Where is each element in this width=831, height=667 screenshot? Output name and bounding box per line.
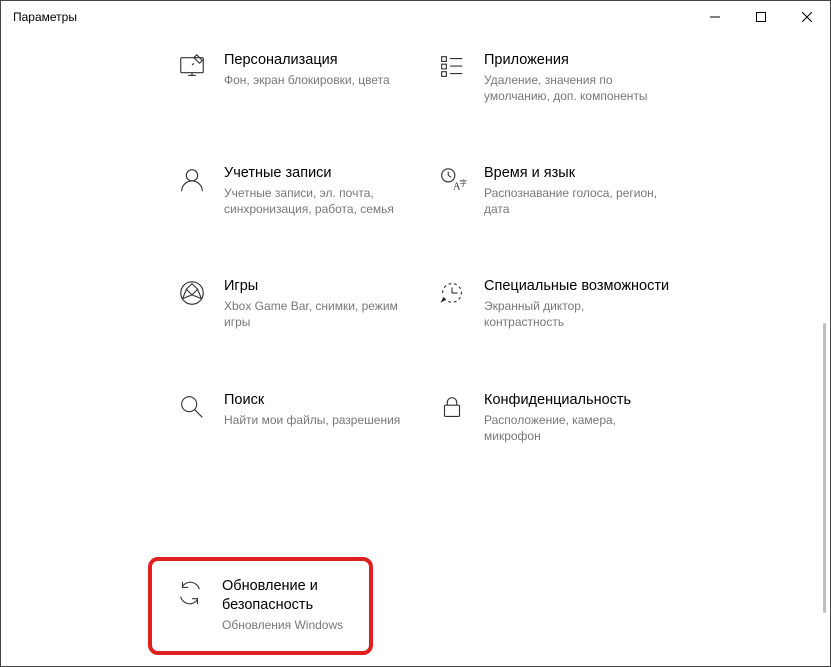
close-button[interactable] [784,1,830,33]
tile-subtitle: Расположение, камера, микрофон [484,412,664,444]
settings-grid: Персонализация Фон, экран блокировки, цв… [176,51,716,444]
tile-title: Приложения [484,51,664,70]
tile-accounts[interactable]: Учетные записи Учетные записи, эл. почта… [176,164,416,217]
time-language-icon: A字 [436,164,468,196]
accessibility-icon [436,277,468,309]
tile-title: Время и язык [484,164,664,183]
tile-subtitle: Фон, экран блокировки, цвета [224,72,390,88]
settings-window: Параметры Персонализация Фон, экран [0,0,831,667]
content-area: Персонализация Фон, экран блокировки, цв… [1,33,830,666]
tile-search[interactable]: Поиск Найти мои файлы, разрешения [176,391,416,444]
title-bar: Параметры [1,1,830,33]
apps-icon [436,51,468,83]
window-controls [692,1,830,33]
update-security-icon [174,577,206,609]
tile-gaming[interactable]: Игры Xbox Game Bar, снимки, режим игры [176,277,416,330]
scroll-thumb[interactable] [823,323,826,613]
window-title: Параметры [13,10,77,24]
personalization-icon [176,51,208,83]
tile-subtitle: Найти мои файлы, разрешения [224,412,400,428]
tile-title: Учетные записи [224,164,404,183]
tile-subtitle: Учетные записи, эл. почта, синхронизация… [224,185,404,217]
tile-subtitle: Экранный диктор, контрастность [484,298,664,330]
tile-accessibility[interactable]: Специальные возможности Экранный диктор,… [436,277,676,330]
tile-time-language[interactable]: A字 Время и язык Распознавание голоса, ре… [436,164,676,217]
tile-personalization[interactable]: Персонализация Фон, экран блокировки, цв… [176,51,416,104]
search-icon [176,391,208,423]
highlight-box: Обновление и безопасность Обновления Win… [148,557,373,655]
tile-title: Поиск [224,391,400,410]
tile-title: Персонализация [224,51,390,70]
tile-title: Обновление и безопасность [222,577,347,615]
privacy-icon [436,391,468,423]
vertical-scrollbar[interactable] [820,173,828,613]
minimize-button[interactable] [692,1,738,33]
tile-title: Игры [224,277,404,296]
tile-subtitle: Распознавание голоса, регион, дата [484,185,664,217]
tile-subtitle: Удаление, значения по умолчанию, доп. ко… [484,72,664,104]
tile-subtitle: Обновления Windows [222,617,347,633]
tile-title: Специальные возможности [484,277,669,296]
svg-text:字: 字 [460,178,468,188]
accounts-icon [176,164,208,196]
tile-update-security[interactable]: Обновление и безопасность Обновления Win… [174,577,347,633]
tile-privacy[interactable]: Конфиденциальность Расположение, камера,… [436,391,676,444]
tile-apps[interactable]: Приложения Удаление, значения по умолчан… [436,51,676,104]
tile-subtitle: Xbox Game Bar, снимки, режим игры [224,298,404,330]
tile-title: Конфиденциальность [484,391,664,410]
maximize-button[interactable] [738,1,784,33]
gaming-icon [176,277,208,309]
